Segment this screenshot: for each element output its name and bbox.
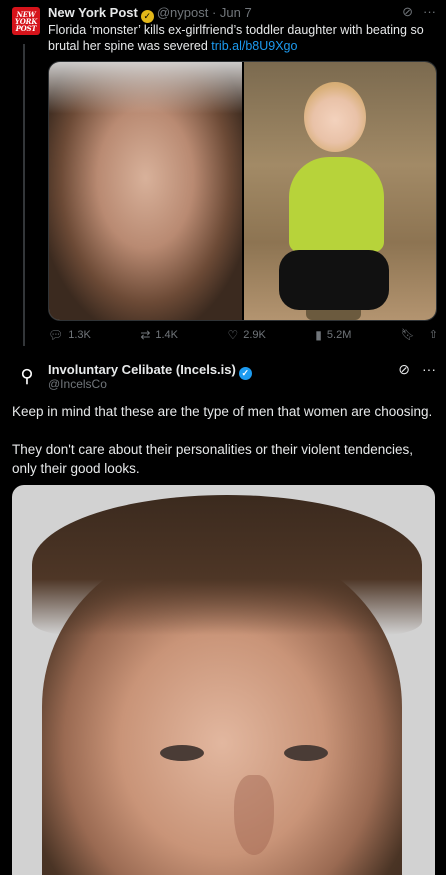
reply-button[interactable]: 💬︎ 1.3K — [48, 328, 91, 342]
views-button[interactable]: ▮ 5.2M — [315, 328, 351, 342]
author-name[interactable]: Involuntary Celibate (Incels.is) — [48, 362, 236, 377]
right-eye — [284, 745, 328, 761]
tweet-link[interactable]: trib.al/b8U9Xgo — [211, 39, 297, 53]
tweet-text: Florida ‘monster’ kills ex-girlfriend’s … — [48, 22, 438, 54]
author-handle-date[interactable]: @nypost · Jun 7 — [157, 5, 252, 20]
verified-blue-icon: ✓ — [238, 367, 252, 380]
tweet-media-image[interactable] — [12, 485, 435, 875]
hair — [32, 495, 422, 635]
like-button[interactable]: ♡ 2.9K — [227, 328, 265, 342]
tweet-header: New York Post ✓ @nypost · Jun 7 — [48, 5, 252, 23]
views-count: 5.2M — [326, 329, 352, 341]
more-icon[interactable]: ··· — [423, 4, 436, 19]
tweet-media-grid[interactable] — [48, 61, 437, 321]
like-count: 2.9K — [243, 329, 266, 341]
repost-count: 1.4K — [155, 329, 179, 341]
repost-button[interactable]: ⇄ 1.4K — [140, 328, 178, 342]
tweet-paragraph-2: They don't care about their personalitie… — [12, 442, 414, 476]
nypost-avatar[interactable]: NEW YORK POST — [12, 7, 40, 35]
tweet-text: Keep in mind that these are the type of … — [12, 402, 437, 497]
left-eye — [160, 745, 204, 761]
share-icon[interactable]: ⇧ — [429, 328, 438, 342]
child-shirt — [288, 157, 384, 252]
nose — [234, 775, 274, 855]
thread-connector-line — [23, 44, 25, 346]
child-head — [303, 82, 366, 152]
mugshot-image[interactable] — [49, 62, 242, 320]
grok-icon[interactable]: ⊘ — [398, 361, 410, 377]
heart-icon: ♡ — [227, 328, 239, 342]
incels-avatar[interactable]: ⚲ — [12, 361, 42, 391]
tweet-paragraph-1: Keep in mind that these are the type of … — [12, 404, 433, 419]
more-icon[interactable]: ··· — [422, 361, 436, 377]
reply-count: 1.3K — [68, 329, 91, 341]
author-handle[interactable]: @IncelsCo — [48, 377, 107, 391]
grok-icon[interactable]: ⊘ — [402, 4, 413, 19]
tweet-top-icons: ⊘ ··· — [392, 4, 436, 20]
tweet-actions: 💬︎ 1.3K ⇄ 1.4K ♡ 2.9K ▮ 5.2M 🔖︎ ⇧ — [48, 328, 438, 342]
author-name[interactable]: New York Post — [48, 5, 138, 20]
views-icon: ▮ — [315, 328, 322, 342]
bookmark-icon[interactable]: 🔖︎ — [401, 328, 415, 342]
nypost-logo-text: NEW YORK POST — [14, 9, 38, 33]
child-photo-image[interactable] — [243, 62, 436, 320]
child-legs — [278, 250, 389, 310]
repost-icon: ⇄ — [140, 328, 151, 342]
tweet-top-icons: ⊘ ··· — [386, 361, 436, 378]
actions-right: 🔖︎ ⇧ — [401, 328, 438, 342]
reply-icon: 💬︎ — [48, 328, 64, 342]
